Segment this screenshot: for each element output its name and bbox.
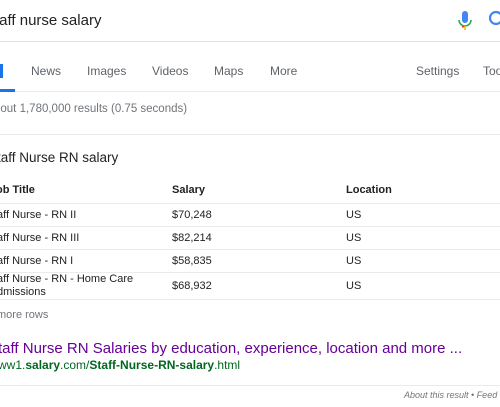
column-header-job-title: ob Title: [0, 184, 35, 196]
table-cell-location: US: [346, 280, 362, 292]
table-cell-title: aff Nurse - RN - Home Care dmissions: [0, 273, 133, 299]
microphone-icon[interactable]: [457, 11, 473, 31]
table-cell-title-line1: aff Nurse - RN - Home Care: [0, 273, 134, 285]
tab-images[interactable]: Images: [87, 64, 126, 78]
row-divider: [0, 249, 500, 250]
tab-settings[interactable]: Settings: [416, 64, 459, 78]
table-cell-salary: $68,932: [172, 280, 212, 292]
row-divider: [0, 203, 500, 204]
table-cell-salary: $58,835: [172, 255, 212, 267]
tab-maps[interactable]: Maps: [214, 64, 243, 78]
url-prefix: ww1.: [0, 358, 26, 372]
about-this-result-link[interactable]: About this result • Feed: [404, 390, 497, 400]
more-rows-link[interactable]: more rows: [0, 309, 48, 321]
tab-more[interactable]: More: [270, 64, 297, 78]
table-cell-title-line2: dmissions: [0, 286, 46, 298]
result-url: ww1.salary.com/Staff-Nurse-RN-salary.htm…: [0, 358, 240, 372]
result-stats: bout 1,780,000 results (0.75 seconds): [0, 103, 188, 115]
table-cell-salary: $82,214: [172, 232, 212, 244]
tab-news[interactable]: News: [31, 64, 61, 78]
active-tab-indicator: [0, 89, 15, 92]
search-bar: taff nurse salary: [0, 0, 500, 42]
row-divider: [0, 299, 500, 300]
url-suffix: .html: [214, 358, 241, 372]
row-divider: [0, 226, 500, 227]
url-bold-domain: salary: [25, 358, 61, 372]
featured-snippet-title: taff Nurse RN salary: [0, 150, 119, 165]
table-cell-title: aff Nurse - RN I: [0, 255, 74, 267]
column-header-salary: Salary: [172, 184, 206, 196]
search-tabs: News Images Videos Maps More Settings To…: [0, 42, 500, 92]
url-bold-path: Staff-Nurse-RN-salary: [89, 358, 215, 372]
divider: [0, 385, 500, 386]
table-cell-title: aff Nurse - RN II: [0, 209, 77, 221]
divider: [0, 134, 500, 135]
table-cell-salary: $70,248: [172, 209, 212, 221]
result-title-link[interactable]: taff Nurse RN Salaries by education, exp…: [0, 340, 462, 357]
url-mid: .com/: [60, 358, 90, 372]
tab-all[interactable]: [0, 64, 3, 78]
tab-tools[interactable]: Too: [483, 64, 500, 78]
table-cell-location: US: [346, 255, 362, 267]
table-cell-title: aff Nurse - RN III: [0, 232, 80, 244]
search-icon[interactable]: [488, 10, 500, 30]
column-header-location: Location: [346, 184, 392, 196]
tab-videos[interactable]: Videos: [152, 64, 188, 78]
table-cell-location: US: [346, 209, 362, 221]
search-input[interactable]: taff nurse salary: [0, 12, 101, 29]
table-cell-location: US: [346, 232, 362, 244]
